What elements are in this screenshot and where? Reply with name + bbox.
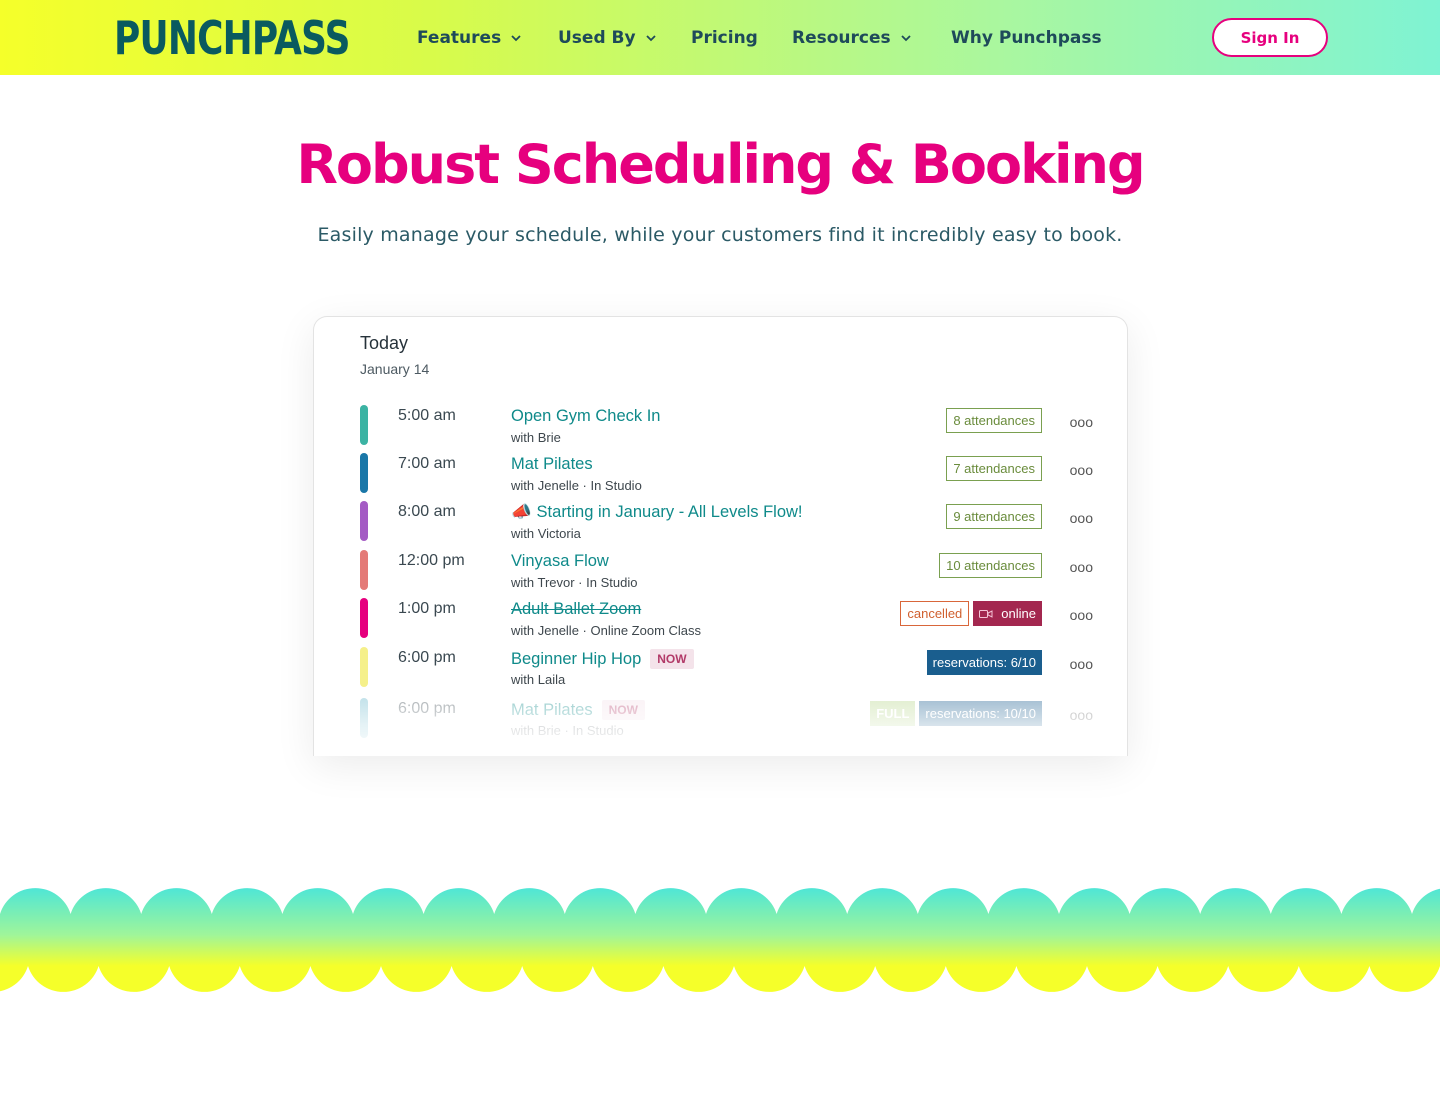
class-instructor: with Trevor · In Studio — [511, 575, 638, 590]
reservations-badge[interactable]: reservations: 6/10 — [926, 650, 1042, 675]
schedule-card: Today January 14 5:00 am Open Gym Check I… — [313, 316, 1128, 756]
class-name-text: Adult Ballet Zoom — [511, 600, 642, 618]
class-name-link[interactable]: 📣 Starting in January - All Levels Flow! — [511, 503, 803, 522]
class-time: 1:00 pm — [398, 600, 456, 617]
class-name-text: Open Gym Check In — [511, 407, 661, 425]
class-badges: 10 attendances — [939, 553, 1042, 578]
class-name-text: Starting in January - All Levels Flow! — [536, 503, 803, 521]
schedule-title: Today — [360, 333, 409, 353]
class-name-link[interactable]: Beginner Hip Hop NOW — [511, 649, 694, 669]
attendances-badge[interactable]: 7 attendances — [946, 456, 1042, 481]
class-time: 7:00 am — [398, 455, 456, 472]
chevron-down-icon — [645, 35, 656, 42]
class-color-bar — [360, 598, 368, 638]
more-options-icon[interactable]: ooo — [1070, 607, 1093, 623]
class-name-text: Mat Pilates — [511, 455, 593, 473]
schedule-row[interactable]: 6:00 pm Beginner Hip Hop NOW with Laila rese… — [314, 643, 1127, 689]
class-name-link[interactable]: Mat Pilates NOW — [511, 700, 645, 720]
chevron-down-icon — [511, 35, 521, 42]
site-header: PUNCHPASS Features Used By Pricing Resou… — [0, 0, 1440, 75]
schedule-row[interactable]: 6:00 pm Mat Pilates NOW with Brie · In Stud… — [314, 694, 1127, 740]
schedule-date: January 14 — [360, 361, 430, 377]
megaphone-icon: 📣 — [511, 503, 532, 521]
class-badges: 8 attendances — [946, 408, 1042, 433]
full-badge: FULL — [870, 701, 916, 726]
attendances-badge[interactable]: 9 attendances — [946, 504, 1042, 529]
schedule-row[interactable]: 5:00 am Open Gym Check In with Brie 8 atten… — [314, 401, 1127, 447]
more-options-icon[interactable]: ooo — [1070, 656, 1093, 672]
class-badges: FULL reservations: 10/10 — [870, 701, 1042, 726]
class-instructor: with Jenelle · Online Zoom Class — [511, 623, 702, 638]
class-badges: 9 attendances — [946, 504, 1042, 529]
class-name-text: Mat Pilates — [511, 700, 593, 719]
more-options-icon[interactable]: ooo — [1070, 414, 1093, 430]
cancelled-badge: cancelled — [900, 601, 970, 626]
class-color-bar — [360, 647, 368, 687]
online-label: online — [1001, 606, 1036, 621]
online-badge: online — [973, 601, 1042, 626]
class-name-link[interactable]: Vinyasa Flow — [511, 552, 609, 571]
nav-features[interactable]: Features — [417, 26, 523, 50]
nav-label: Used By — [558, 28, 636, 48]
nav-resources[interactable]: Resources — [792, 26, 913, 50]
now-badge: NOW — [650, 649, 694, 669]
nav-label: Resources — [792, 28, 891, 48]
class-color-bar — [360, 405, 368, 445]
more-options-icon[interactable]: ooo — [1070, 462, 1093, 478]
class-time: 8:00 am — [398, 503, 456, 520]
video-camera-icon — [979, 609, 993, 618]
now-badge: NOW — [601, 700, 645, 720]
class-instructor: with Brie · In Studio — [511, 723, 624, 738]
class-badges: 7 attendances — [946, 456, 1042, 481]
schedule-row[interactable]: 1:00 pm Adult Ballet Zoom with Jenelle · O… — [314, 594, 1127, 640]
nav-why-punchpass[interactable]: Why Punchpass — [951, 26, 1102, 50]
hero-subtitle: Easily manage your schedule, while your … — [317, 224, 1123, 246]
class-badges: cancelled online — [900, 601, 1042, 626]
attendances-badge[interactable]: 10 attendances — [939, 553, 1042, 578]
class-instructor: with Laila — [511, 672, 566, 687]
class-time: 5:00 am — [398, 407, 456, 424]
nav-label: Why Punchpass — [951, 28, 1102, 48]
class-instructor: with Victoria — [511, 526, 581, 541]
nav-pricing[interactable]: Pricing — [691, 26, 758, 50]
class-name-link[interactable]: Adult Ballet Zoom — [511, 600, 641, 619]
nav-used-by[interactable]: Used By — [558, 26, 658, 50]
nav-label: Features — [417, 28, 502, 48]
class-instructor: with Jenelle · In Studio — [511, 478, 642, 493]
sign-in-button[interactable]: Sign In — [1212, 18, 1328, 57]
class-name-link[interactable]: Open Gym Check In — [511, 407, 660, 426]
class-time: 6:00 pm — [398, 649, 456, 666]
schedule-row[interactable]: 7:00 am Mat Pilates with Jenelle · In Stud… — [314, 449, 1127, 495]
class-color-bar — [360, 453, 368, 493]
reservations-badge[interactable]: reservations: 10/10 — [919, 701, 1042, 726]
class-name-link[interactable]: Mat Pilates — [511, 455, 593, 474]
class-color-bar — [360, 501, 368, 541]
chevron-down-icon — [901, 35, 911, 42]
class-color-bar — [360, 550, 368, 590]
class-time: 6:00 pm — [398, 700, 456, 717]
schedule-row[interactable]: 8:00 am 📣 Starting in January - All Levels… — [314, 497, 1127, 543]
class-time: 12:00 pm — [398, 552, 465, 569]
class-badges: reservations: 6/10 — [926, 650, 1042, 675]
class-name-text: Beginner Hip Hop — [511, 649, 642, 668]
class-instructor: with Brie — [511, 430, 561, 445]
scallop-wave-decoration — [0, 888, 1440, 992]
more-options-icon[interactable]: ooo — [1070, 707, 1093, 723]
more-options-icon[interactable]: ooo — [1070, 510, 1093, 526]
class-color-bar — [360, 698, 368, 738]
nav-label: Pricing — [691, 28, 758, 48]
attendances-badge[interactable]: 8 attendances — [946, 408, 1042, 433]
punchpass-logo[interactable]: PUNCHPASS — [114, 14, 350, 62]
class-name-text: Vinyasa Flow — [511, 552, 609, 570]
schedule-row[interactable]: 12:00 pm Vinyasa Flow with Trevor · In Stu… — [314, 546, 1127, 592]
hero-title: Robust Scheduling & Booking — [296, 133, 1145, 196]
more-options-icon[interactable]: ooo — [1070, 559, 1093, 575]
